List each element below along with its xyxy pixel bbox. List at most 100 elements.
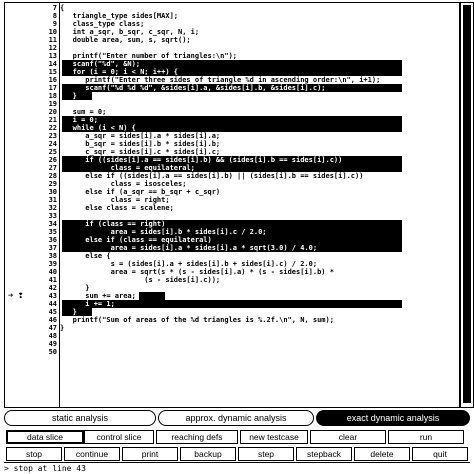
code-text: s = (sides[i].a + sides[i].b + sides[i].…: [60, 260, 318, 268]
line-number[interactable]: 50: [5, 348, 57, 356]
line-number[interactable]: 12: [5, 44, 57, 52]
line-number[interactable]: 14: [5, 60, 57, 68]
line-number[interactable]: 8: [5, 12, 57, 20]
line-number[interactable]: 36: [5, 236, 57, 244]
scroll-thumb[interactable]: [463, 5, 471, 403]
debugger-window: 7 8 9 10 11 12 13 14 15 16 17 18 19 20 21 22 23 24 25 26 27 2…: [0, 0, 474, 474]
code-line: else if ((sides[i].a == sides[i].b) || (…: [60, 172, 363, 180]
line-number[interactable]: 24: [5, 140, 57, 148]
code-text: class = right;: [60, 196, 170, 204]
code-line: else class = scalene;: [60, 204, 174, 212]
tab-exact-dynamic-analysis[interactable]: exact dynamic analysis: [316, 410, 470, 426]
line-number[interactable]: 27: [5, 164, 57, 172]
line-number[interactable]: 39: [5, 260, 57, 268]
vertical-scrollbar[interactable]: [460, 2, 474, 408]
code-line: else if (a_sqr == b_sqr + c_sqr): [60, 188, 220, 196]
reaching-defs-button[interactable]: reaching defs: [156, 430, 238, 444]
clear-button[interactable]: clear: [310, 430, 386, 444]
code-line: printf("Enter number of triangles:\n");: [60, 52, 237, 60]
code-text: class = isosceles;: [60, 180, 187, 188]
data-slice-button[interactable]: data slice: [6, 430, 84, 444]
line-number[interactable]: 7: [5, 4, 57, 12]
code-line: b_sqr = sides[i].b * sides[i].b;: [60, 140, 220, 148]
line-number[interactable]: 49: [5, 340, 57, 348]
line-number[interactable]: 31: [5, 196, 57, 204]
code-text: {: [60, 4, 65, 12]
line-number[interactable]: 32: [5, 204, 57, 212]
line-number[interactable]: 37: [5, 244, 57, 252]
breakpoint-icon[interactable]: ❢: [18, 292, 23, 301]
source-code-panel[interactable]: 7 8 9 10 11 12 13 14 15 16 17 18 19 20 21 22 23 24 25 26 27 2…: [4, 2, 460, 408]
control-slice-button[interactable]: control slice: [84, 430, 154, 444]
stop-button[interactable]: stop: [6, 447, 62, 461]
code-line: class = equilateral;: [60, 164, 195, 172]
line-number[interactable]: 45: [5, 308, 57, 316]
code-line: if ((sides[i].a == sides[i].b) && (sides…: [60, 156, 342, 164]
new-testcase-button[interactable]: new testcase: [240, 430, 308, 444]
line-number[interactable]: 9: [5, 20, 57, 28]
line-number[interactable]: 19: [5, 100, 57, 108]
line-number[interactable]: 15: [5, 68, 57, 76]
code-area: { triangle_type sides[MAX]; class_type c…: [60, 3, 459, 407]
line-number[interactable]: 30: [5, 188, 57, 196]
line-number[interactable]: 13: [5, 52, 57, 60]
line-number[interactable]: 26: [5, 156, 57, 164]
stepback-button[interactable]: stepback: [296, 447, 352, 461]
line-number[interactable]: 35: [5, 228, 57, 236]
line-number[interactable]: 18: [5, 92, 57, 100]
line-number[interactable]: 29: [5, 180, 57, 188]
current-line-arrow-icon: ➔: [8, 291, 14, 301]
line-number[interactable]: 17: [5, 84, 57, 92]
step-button[interactable]: step: [238, 447, 294, 461]
code-text: i = 0;: [60, 116, 98, 124]
code-text: }: [60, 324, 65, 332]
code-line: }: [60, 308, 77, 316]
line-number[interactable]: 20: [5, 108, 57, 116]
continue-button[interactable]: continue: [64, 447, 120, 461]
code-text: }: [60, 92, 77, 100]
code-text: if (class == right): [60, 220, 166, 228]
line-number[interactable]: 38: [5, 252, 57, 260]
line-number[interactable]: 44: [5, 300, 57, 308]
quit-button[interactable]: quit: [412, 447, 468, 461]
code-line: c_sqr = sides[i].c * sides[i].c;: [60, 148, 220, 156]
tab-static-analysis[interactable]: static analysis: [4, 410, 156, 426]
backup-button[interactable]: backup: [180, 447, 236, 461]
code-text: printf("Sum of areas of the %d triangles…: [60, 316, 334, 324]
code-line: if (class == right): [60, 220, 165, 228]
line-number[interactable]: 21: [5, 116, 57, 124]
tab-approx-dynamic-analysis[interactable]: approx. dynamic analysis: [158, 410, 314, 426]
line-number-gutter: 7 8 9 10 11 12 13 14 15 16 17 18 19 20 21 22 23 24 25 26 27 2…: [5, 3, 60, 407]
line-number[interactable]: 23: [5, 132, 57, 140]
delete-button[interactable]: delete: [354, 447, 410, 461]
code-text: area = sides[i].a * sides[i].a * sqrt(3.…: [60, 244, 318, 252]
code-text: i += 1;: [60, 300, 115, 308]
line-number[interactable]: 41: [5, 276, 57, 284]
line-number[interactable]: 22: [5, 124, 57, 132]
line-number[interactable]: 34: [5, 220, 57, 228]
line-number[interactable]: 10: [5, 28, 57, 36]
line-number[interactable]: 40: [5, 268, 57, 276]
status-text: stop at line 43: [13, 464, 86, 473]
code-text: else {: [60, 252, 111, 260]
code-line: else if (class == equilateral): [60, 236, 211, 244]
line-number[interactable]: 33: [5, 212, 57, 220]
print-button[interactable]: print: [122, 447, 178, 461]
code-line: }: [60, 324, 64, 332]
code-text: for (i = 0; i < N; i++) {: [60, 68, 179, 76]
code-line: int a_sqr, b_sqr, c_sqr, N, i;: [60, 28, 199, 36]
line-number[interactable]: 16: [5, 76, 57, 84]
code-line: while (i < N) {: [60, 124, 136, 132]
line-number[interactable]: 11: [5, 36, 57, 44]
code-line: i = 0;: [60, 116, 98, 124]
line-number[interactable]: 46: [5, 316, 57, 324]
line-number[interactable]: 25: [5, 148, 57, 156]
run-button[interactable]: run: [388, 430, 464, 444]
line-number[interactable]: 48: [5, 332, 57, 340]
prompt-symbol: >: [4, 464, 9, 473]
code-text: while (i < N) {: [60, 124, 136, 132]
slice-highlight: [139, 292, 165, 300]
line-number[interactable]: 47: [5, 324, 57, 332]
code-text: }: [60, 284, 90, 292]
line-number[interactable]: 28: [5, 172, 57, 180]
